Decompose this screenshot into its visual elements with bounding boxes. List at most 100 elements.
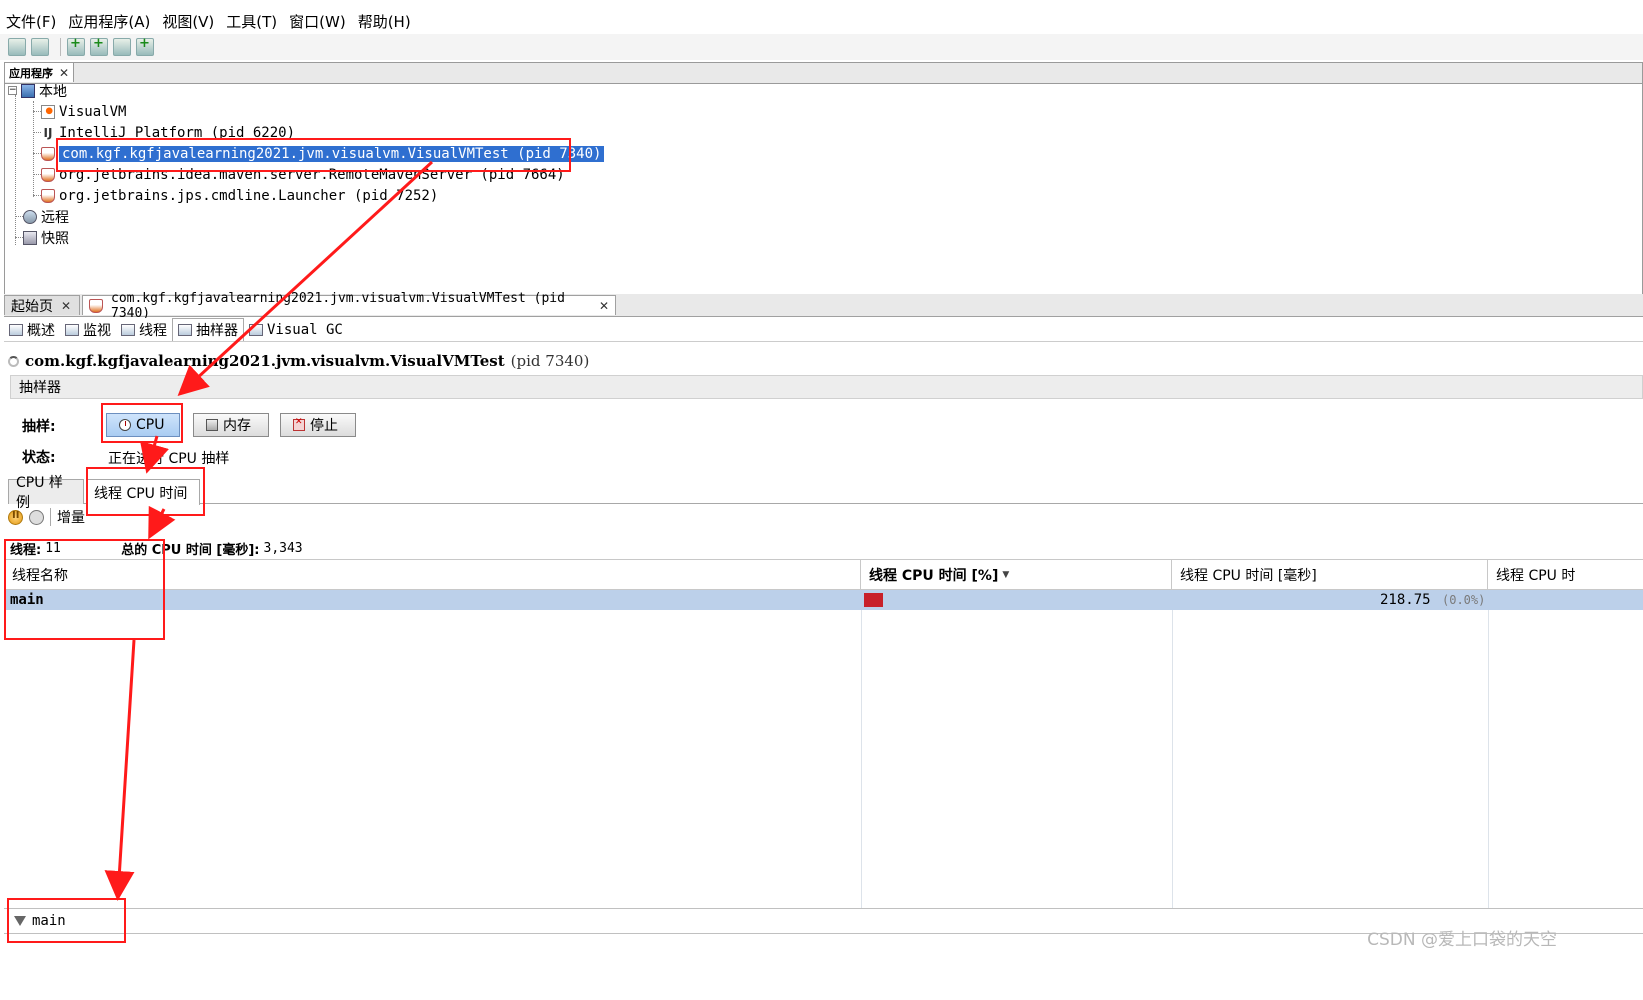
column-header-cpu-extra[interactable]: 线程 CPU 时 [1488,560,1643,590]
column-header-thread-name[interactable]: 线程名称 [4,560,861,590]
tab-start-page[interactable]: 起始页 ✕ [4,295,80,315]
visualvm-icon [41,104,55,119]
tree-node-remote-label: 远程 [41,209,69,226]
table-row[interactable]: main 218.75 (0.0%) [4,590,1643,610]
snapshot-icon [23,230,37,245]
tree-node-local[interactable]: 本地 [21,80,67,101]
tree-node-jps-launcher[interactable]: org.jetbrains.jps.cmdline.Launcher (pid … [41,185,438,206]
open-application-icon[interactable] [8,38,26,56]
tab-overview[interactable]: 概述 [4,319,60,341]
status-value: 正在进行 CPU 抽样 [108,451,230,467]
add-remote-host-icon[interactable] [90,36,108,56]
tab-threads[interactable]: 线程 [116,319,172,341]
cpu-sample-button[interactable]: CPU [106,413,180,437]
tab-monitor[interactable]: 监视 [60,319,116,341]
column-header-cpu-ms[interactable]: 线程 CPU 时间 [毫秒] [1172,560,1488,590]
overview-icon [9,323,23,336]
application-pid: (pid 7340) [510,352,590,370]
save-snapshot-icon[interactable] [31,38,49,56]
tab-thread-cpu-time[interactable]: 线程 CPU 时间 [86,479,200,505]
close-icon[interactable]: ✕ [599,299,609,313]
tab-sampler-label: 抽样器 [196,323,238,339]
column-divider [1172,590,1173,910]
stop-button-label: 停止 [310,418,338,434]
column-divider [1488,590,1489,910]
tree-guide [15,237,23,238]
tree-node-snapshots[interactable]: 快照 [23,227,69,248]
sampler-section-header: 抽样器 [10,375,1643,399]
remote-host-icon [23,209,37,224]
tree-node-snapshots-label: 快照 [41,230,69,247]
tree-node-label: VisualVM [59,103,127,120]
tab-cpu-samples[interactable]: CPU 样例 [8,475,84,511]
tree-guide [33,174,41,175]
cpu-ms-percent-cell: (0.0%) [1442,593,1486,607]
computer-icon [21,83,35,98]
tree-node-intellij[interactable]: IJ IntelliJ Platform (pid 6220) [41,122,295,143]
java-app-icon [41,146,55,161]
monitor-icon [65,323,79,336]
collapse-toggle-icon[interactable]: − [8,86,17,95]
java-app-icon [41,167,55,182]
cpu-ms-cell: 218.75 [1380,592,1431,608]
tab-visualvmtest[interactable]: com.kgf.kgfjavalearning2021.jvm.visualvm… [82,291,616,321]
menu-application[interactable]: 应用程序(A) [62,11,156,32]
tree-guide [33,153,41,154]
tree-guide [33,195,41,196]
menu-window[interactable]: 窗口(W) [283,11,352,32]
tree-node-remote[interactable]: 远程 [23,206,69,227]
tree-node-local-label: 本地 [39,83,67,100]
memory-sample-button[interactable]: 内存 [193,413,269,437]
tree-node-label: IntelliJ Platform (pid 6220) [59,124,296,141]
menu-bar: 文件(F) 应用程序(A) 视图(V) 工具(T) 窗口(W) 帮助(H) [0,8,1643,34]
add-jmx-connection-icon[interactable] [67,36,85,56]
stop-button[interactable]: 停止 [280,413,356,437]
tree-node-label-selected: com.kgf.kgfjavalearning2021.jvm.visualvm… [59,145,605,162]
pause-icon[interactable] [8,509,23,525]
filter-input[interactable]: main [32,913,66,929]
main-toolbar [0,34,1643,60]
tree-node-label: org.jetbrains.idea.maven.server.RemoteMa… [59,166,565,183]
menu-help[interactable]: 帮助(H) [352,11,417,32]
tree-node-visualvm[interactable]: VisualVM [41,101,126,122]
tree-guide [15,95,16,245]
tree-guide [33,132,41,133]
summary-row: 线程: 11 总的 CPU 时间 [毫秒]: 3,343 [10,537,303,559]
threads-count-value: 11 [45,540,61,556]
tree-node-maven-server[interactable]: org.jetbrains.idea.maven.server.RemoteMa… [41,164,565,185]
refresh-icon[interactable] [29,509,44,525]
tree-node-visualvmtest[interactable]: com.kgf.kgfjavalearning2021.jvm.visualvm… [41,143,605,164]
total-cpu-time-value: 3,343 [263,540,303,556]
column-header-cpu-percent[interactable]: 线程 CPU 时间 [%] ▼ [861,560,1172,590]
memory-sample-button-label: 内存 [223,418,251,434]
tab-visual-gc[interactable]: Visual GC [244,319,348,341]
close-icon[interactable]: ✕ [59,66,69,80]
sampler-icon [178,324,192,336]
application-name: com.kgf.kgfjavalearning2021.jvm.visualvm… [25,352,505,370]
tree-node-label: org.jetbrains.jps.cmdline.Launcher (pid … [59,187,439,204]
delta-toggle[interactable]: 增量 [57,507,85,527]
tab-overview-label: 概述 [27,322,55,339]
applications-panel: 应用程序 ✕ − 本地 VisualVM IJ IntelliJ Platfor… [4,62,1643,304]
add-core-dump-icon[interactable] [113,38,131,56]
results-controls: 增量 [8,506,85,528]
clock-icon [119,419,131,431]
view-subtabbar: 概述 监视 线程 抽样器 Visual GC [4,318,1643,342]
threads-icon [121,323,135,336]
watermark: CSDN @爱上口袋的天空 [1367,930,1557,950]
tab-applications-label: 应用程序 [9,66,53,80]
menu-view[interactable]: 视图(V) [156,11,220,32]
close-icon[interactable]: ✕ [61,299,71,313]
menu-tools[interactable]: 工具(T) [220,11,283,32]
visual-gc-icon [249,323,263,336]
thread-cpu-table: 线程名称 线程 CPU 时间 [%] ▼ 线程 CPU 时间 [毫秒] 线程 C… [4,559,1643,910]
tab-monitor-label: 监视 [83,322,111,339]
tab-sampler[interactable]: 抽样器 [172,318,244,341]
menu-file[interactable]: 文件(F) [0,11,62,32]
add-snapshot-icon[interactable] [136,36,154,56]
tab-visual-gc-label: Visual GC [267,321,343,338]
column-header-label: 线程 CPU 时间 [%] [869,567,999,584]
filter-icon [14,916,26,926]
tree-guide [33,111,41,112]
loading-spinner-icon [8,355,19,367]
